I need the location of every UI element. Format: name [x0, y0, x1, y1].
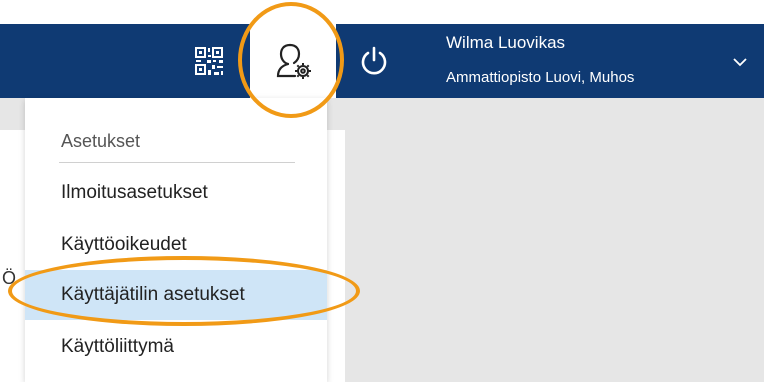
dropdown-header: Asetukset	[61, 131, 141, 151]
logout-button[interactable]	[346, 24, 402, 98]
user-settings-button[interactable]	[250, 24, 336, 98]
qr-code-icon	[195, 47, 223, 75]
menu-item-user-interface[interactable]: Käyttöliittymä	[25, 322, 327, 372]
menu-item-label: Käyttöoikeudet	[61, 234, 187, 255]
user-info[interactable]: Wilma Luovikas Ammattiopisto Luovi, Muho…	[446, 30, 706, 90]
user-settings-icon	[276, 43, 311, 79]
power-icon	[361, 46, 387, 75]
user-name: Wilma Luovikas	[446, 33, 566, 52]
chevron-down-icon[interactable]	[730, 52, 750, 72]
qr-code-button[interactable]	[178, 24, 240, 98]
menu-item-label: Käyttäjätilin asetukset	[61, 284, 245, 305]
menu-item-account-settings[interactable]: Käyttäjätilin asetukset	[25, 270, 327, 320]
menu-item-permissions[interactable]: Käyttöoikeudet	[25, 220, 327, 270]
menu-item-label: Käyttöliittymä	[61, 336, 174, 357]
menu-item-label: Ilmoitusasetukset	[61, 182, 208, 203]
settings-dropdown-menu: Asetukset Ilmoitusasetukset Käyttöoikeud…	[25, 98, 327, 382]
school-name: Ammattiopisto Luovi, Muhos	[446, 69, 635, 86]
menu-item-notification-settings[interactable]: Ilmoitusasetukset	[25, 168, 327, 218]
left-panel-text: Ö	[2, 268, 17, 288]
dropdown-divider	[59, 162, 295, 163]
